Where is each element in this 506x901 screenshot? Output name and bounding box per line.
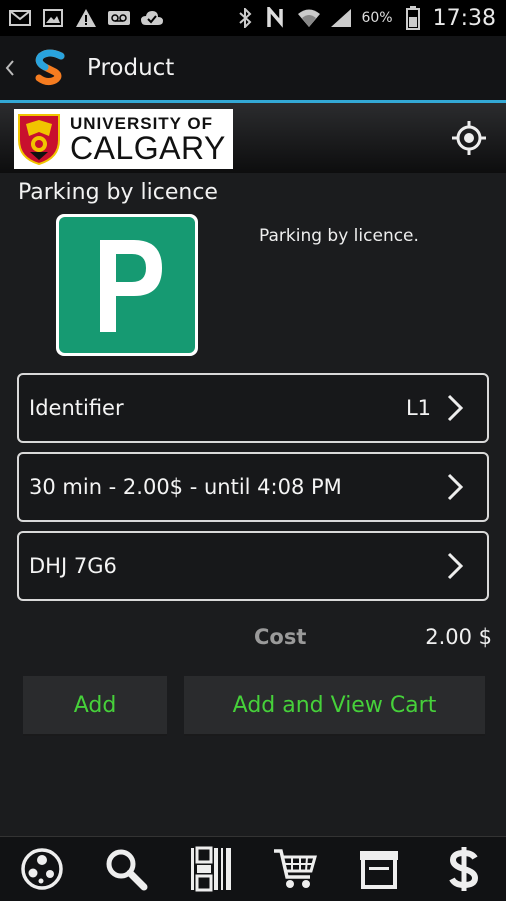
cost-label: Cost <box>254 625 307 649</box>
identifier-label: Identifier <box>29 396 124 420</box>
dollar-icon[interactable] <box>440 845 488 893</box>
cost-value: 2.00 $ <box>425 625 492 649</box>
app-logo-icon[interactable] <box>31 48 71 88</box>
identifier-row[interactable]: Identifier L1 <box>17 373 489 443</box>
search-icon[interactable] <box>102 845 150 893</box>
parking-sign-image <box>56 214 198 356</box>
locate-icon[interactable] <box>450 119 488 157</box>
cart-icon[interactable] <box>271 845 319 893</box>
battery-percent: 60% <box>361 10 393 26</box>
n-icon <box>265 7 289 29</box>
status-bar: 60% 17:38 <box>0 0 506 36</box>
image-icon <box>41 7 65 29</box>
product-description: Parking by licence. <box>259 226 419 246</box>
wifi-icon <box>297 7 321 29</box>
signal-icon <box>329 7 353 29</box>
licence-plate-label: DHJ 7G6 <box>29 554 117 578</box>
licence-plate-row[interactable]: DHJ 7G6 <box>17 531 489 601</box>
back-chevron-icon[interactable] <box>5 59 19 77</box>
chevron-right-icon <box>447 473 464 501</box>
duration-row[interactable]: 30 min - 2.00$ - until 4:08 PM <box>17 452 489 522</box>
chevron-right-icon <box>447 552 464 580</box>
logo-line2: CALGARY <box>70 129 226 166</box>
duration-label: 30 min - 2.00$ - until 4:08 PM <box>29 475 342 499</box>
university-logo: UNIVERSITY OF CALGARY <box>14 109 233 169</box>
bluetooth-icon <box>233 7 257 29</box>
barcode-icon[interactable] <box>187 845 235 893</box>
globe-icon[interactable] <box>18 845 66 893</box>
product-name: Parking by licence <box>18 180 218 205</box>
add-and-view-cart-button[interactable]: Add and View Cart <box>184 676 485 736</box>
chevron-right-icon <box>447 394 464 422</box>
voicemail-icon <box>107 7 131 29</box>
add-button[interactable]: Add <box>23 676 167 736</box>
action-bar: Product <box>0 36 506 103</box>
identifier-value: L1 <box>405 396 431 420</box>
store-icon[interactable] <box>355 845 403 893</box>
mail-icon <box>8 7 32 29</box>
cloud-check-icon <box>140 7 164 29</box>
university-banner: UNIVERSITY OF CALGARY <box>0 103 506 173</box>
page-title: Product <box>87 55 175 81</box>
status-clock: 17:38 <box>432 5 496 31</box>
bottom-nav <box>0 836 506 901</box>
battery-icon <box>401 6 425 30</box>
logo-line1: UNIVERSITY OF <box>70 113 214 133</box>
parking-p-icon <box>100 240 162 332</box>
crest-icon <box>18 114 60 166</box>
warning-icon <box>74 7 98 29</box>
